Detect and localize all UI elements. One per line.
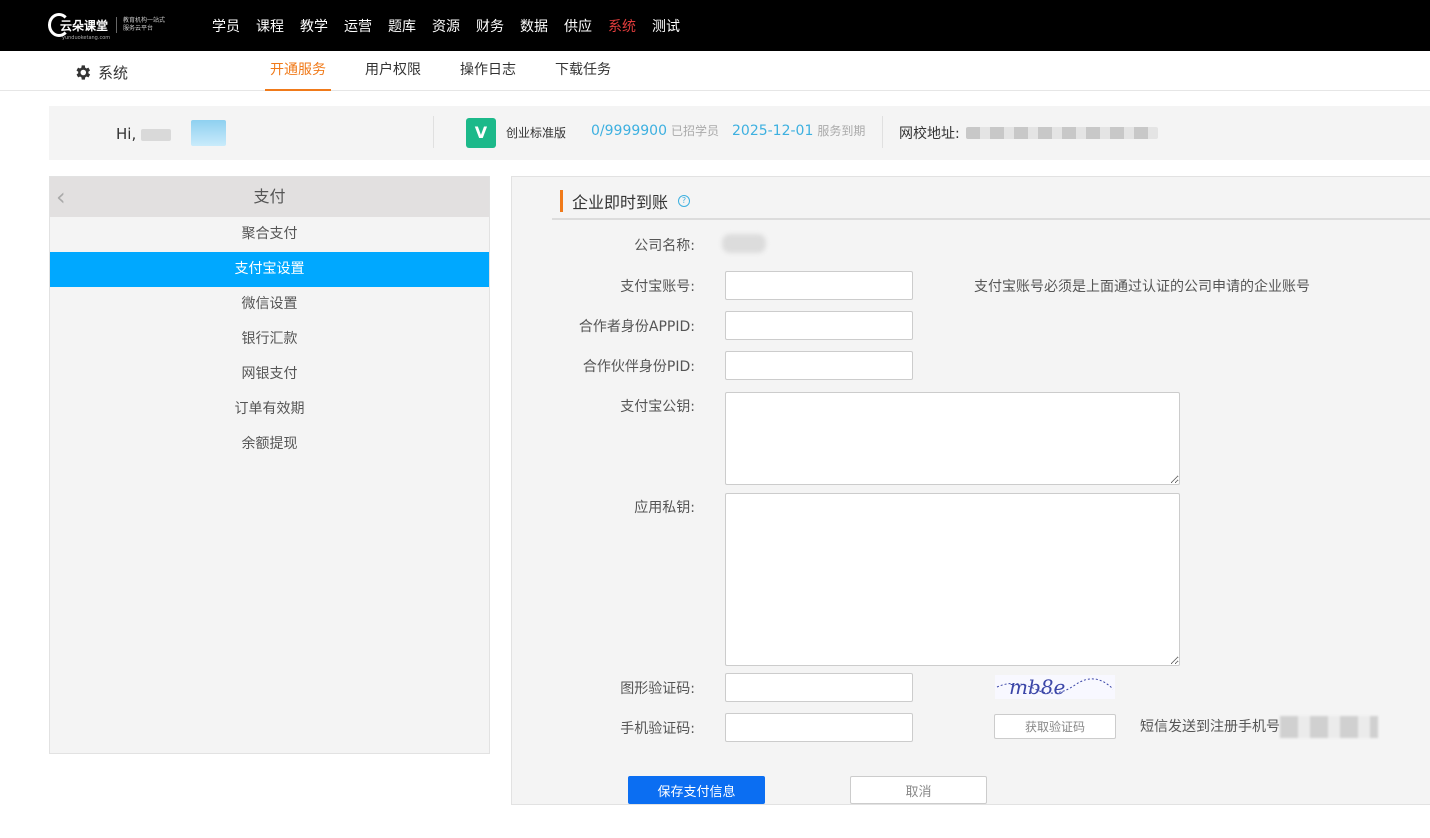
- account-info-bar: Hi, V 创业标准版 0/9999900 已招学员 2025-12-01 服务到期…: [49, 106, 1430, 160]
- main-nav: 学员 课程 教学 运营 题库 资源 财务 数据 供应 系统 测试: [212, 0, 696, 51]
- greeting-label: Hi,: [116, 125, 137, 143]
- sub-tab[interactable]: 操作日志: [455, 51, 521, 91]
- student-count-label: 已招学员: [670, 124, 719, 138]
- greeting: Hi,: [116, 125, 171, 143]
- logo[interactable]: 云朵课堂 教育机构一站式服务云平台 yunduoketang.com: [48, 13, 166, 41]
- logo-name: 云朵课堂: [60, 18, 109, 33]
- public-key-label: 支付宝公钥:: [620, 399, 695, 415]
- sidebar-item[interactable]: 余额提现: [50, 427, 489, 462]
- nav-item[interactable]: 测试: [652, 16, 680, 36]
- username-blurred: [141, 128, 171, 141]
- section-title-label: 系统: [98, 64, 129, 82]
- sidebar-header: ‹ 支付: [50, 177, 489, 217]
- form-section-header: 企业即时到账 ?: [560, 189, 691, 213]
- private-key-textarea[interactable]: [725, 493, 1180, 666]
- section-divider: [552, 218, 1430, 220]
- nav-item[interactable]: 运营: [344, 16, 372, 36]
- payment-sidebar: ‹ 支付 聚合支付 支付宝设置 微信设置 银行汇款 网银支付 订单有效期 余额提现: [49, 176, 490, 754]
- sub-tab[interactable]: 开通服务: [265, 51, 331, 91]
- sidebar-item[interactable]: 微信设置: [50, 287, 489, 322]
- form-section-title: 企业即时到账: [572, 193, 669, 212]
- logo-domain: yunduoketang.com: [62, 35, 111, 41]
- pid-label: 合作伙伴身份PID:: [582, 359, 695, 375]
- sidebar-item[interactable]: 支付宝设置: [50, 252, 489, 287]
- sidebar-list: 聚合支付 支付宝设置 微信设置 银行汇款 网银支付 订单有效期 余额提现: [50, 217, 489, 462]
- sub-tab[interactable]: 用户权限: [360, 51, 426, 91]
- help-icon[interactable]: ?: [678, 195, 691, 207]
- captcha-text: mb8e: [1009, 675, 1065, 699]
- company-name-label: 公司名称:: [634, 238, 695, 254]
- sidebar-item[interactable]: 聚合支付: [50, 217, 489, 252]
- sms-code-label: 手机验证码:: [620, 721, 695, 737]
- gear-icon: [76, 65, 91, 80]
- nav-item[interactable]: 学员: [212, 16, 240, 36]
- logo-slogan: 教育机构一站式服务云平台: [116, 17, 166, 33]
- sms-code-input[interactable]: [725, 713, 913, 742]
- nav-item[interactable]: 课程: [256, 16, 284, 36]
- alipay-account-hint: 支付宝账号必须是上面通过认证的公司申请的企业账号: [974, 279, 1310, 295]
- sidebar-item[interactable]: 订单有效期: [50, 392, 489, 427]
- nav-item[interactable]: 资源: [432, 16, 460, 36]
- save-payment-button[interactable]: 保存支付信息: [628, 776, 765, 804]
- version-badge-icon: V: [466, 118, 496, 148]
- alipay-account-label: 支付宝账号:: [620, 279, 695, 295]
- nav-item[interactable]: 财务: [476, 16, 504, 36]
- nav-item[interactable]: 系统: [608, 16, 636, 36]
- school-address-blurred[interactable]: [965, 127, 1158, 139]
- avatar[interactable]: [191, 120, 226, 146]
- school-address: 网校地址:: [899, 123, 1158, 143]
- top-bar: 云朵课堂 教育机构一站式服务云平台 yunduoketang.com 学员 课程教…: [0, 0, 1430, 51]
- sms-hint-text: 短信发送到注册手机号: [1140, 719, 1280, 735]
- nav-item[interactable]: 题库: [388, 16, 416, 36]
- alipay-settings-form: 企业即时到账 ? 公司名称: 支付宝账号: 支付宝账号必须是上面通过认证的公司申…: [511, 176, 1430, 805]
- sub-tabs: 开通服务 用户权限 操作日志 下载任务: [265, 51, 645, 91]
- expire-date-value: 2025-12-01: [732, 123, 814, 139]
- alipay-account-input[interactable]: [725, 271, 913, 300]
- sidebar-item[interactable]: 网银支付: [50, 357, 489, 392]
- phone-number-blurred: [1280, 716, 1378, 738]
- get-code-button[interactable]: 获取验证码: [994, 714, 1116, 739]
- divider: [882, 116, 883, 148]
- student-count: 0/9999900 已招学员: [591, 122, 719, 139]
- expire-date-label: 服务到期: [817, 124, 866, 138]
- appid-label: 合作者身份APPID:: [578, 319, 695, 335]
- expire-date: 2025-12-01 服务到期: [732, 122, 865, 139]
- sidebar-title: 支付: [253, 187, 286, 206]
- pid-input[interactable]: [725, 351, 913, 380]
- student-count-value: 0/9999900: [591, 123, 667, 139]
- captcha-input[interactable]: [725, 673, 913, 702]
- sidebar-item[interactable]: 银行汇款: [50, 322, 489, 357]
- section-title: 系统: [73, 62, 128, 83]
- sub-bar: 系统 开通服务 用户权限 操作日志 下载任务: [0, 51, 1430, 91]
- public-key-textarea[interactable]: [725, 392, 1180, 485]
- nav-item[interactable]: 数据: [520, 16, 548, 36]
- chevron-left-icon[interactable]: ‹: [56, 177, 66, 217]
- cancel-button[interactable]: 取消: [850, 776, 987, 804]
- captcha-label: 图形验证码:: [620, 681, 695, 697]
- section-accent-bar: [560, 190, 563, 212]
- private-key-label: 应用私钥:: [634, 500, 695, 516]
- appid-input[interactable]: [725, 311, 913, 340]
- school-address-label: 网校地址:: [899, 126, 960, 142]
- version-name: 创业标准版: [506, 126, 567, 140]
- company-name-blurred: [722, 234, 766, 253]
- nav-item[interactable]: 供应: [564, 16, 592, 36]
- divider: [433, 116, 434, 148]
- captcha-image[interactable]: mb8e: [995, 675, 1115, 699]
- sub-tab[interactable]: 下载任务: [550, 51, 616, 91]
- sms-hint: 短信发送到注册手机号: [1140, 716, 1378, 738]
- nav-item[interactable]: 教学: [300, 16, 328, 36]
